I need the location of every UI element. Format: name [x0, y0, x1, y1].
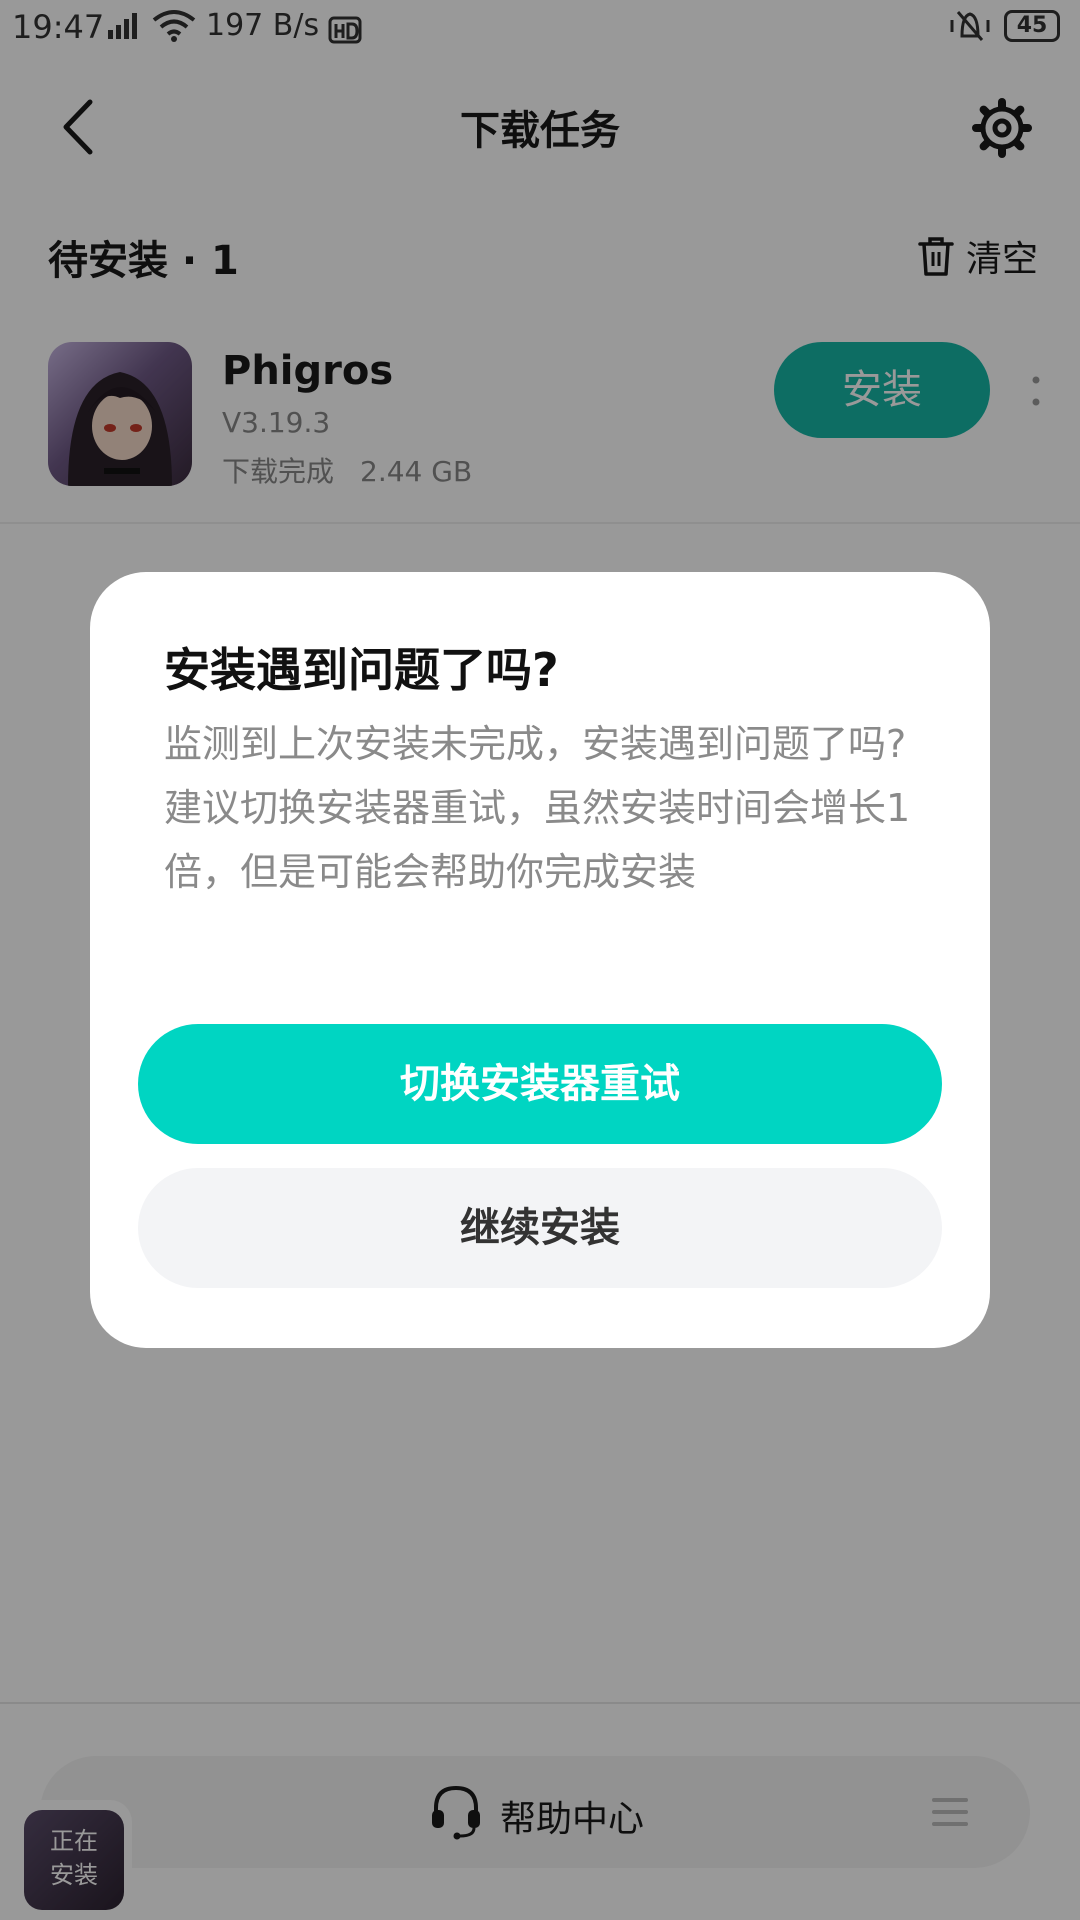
dialog-message: 监测到上次安装未完成，安装遇到问题了吗? 建议切换安装器重试，虽然安装时间会增长… [164, 712, 924, 904]
dialog-title: 安装遇到问题了吗? [164, 643, 559, 697]
continue-install-button[interactable]: 继续安装 [138, 1168, 942, 1288]
dialog-message-line2: 建议切换安装器重试，虽然安装时间会增长1倍，但是可能会帮助你完成安装 [164, 786, 911, 894]
install-problem-dialog: 安装遇到问题了吗? 监测到上次安装未完成，安装遇到问题了吗? 建议切换安装器重试… [90, 572, 990, 1348]
dialog-message-line1: 监测到上次安装未完成，安装遇到问题了吗? [164, 722, 907, 766]
switch-installer-retry-button[interactable]: 切换安装器重试 [138, 1024, 942, 1144]
